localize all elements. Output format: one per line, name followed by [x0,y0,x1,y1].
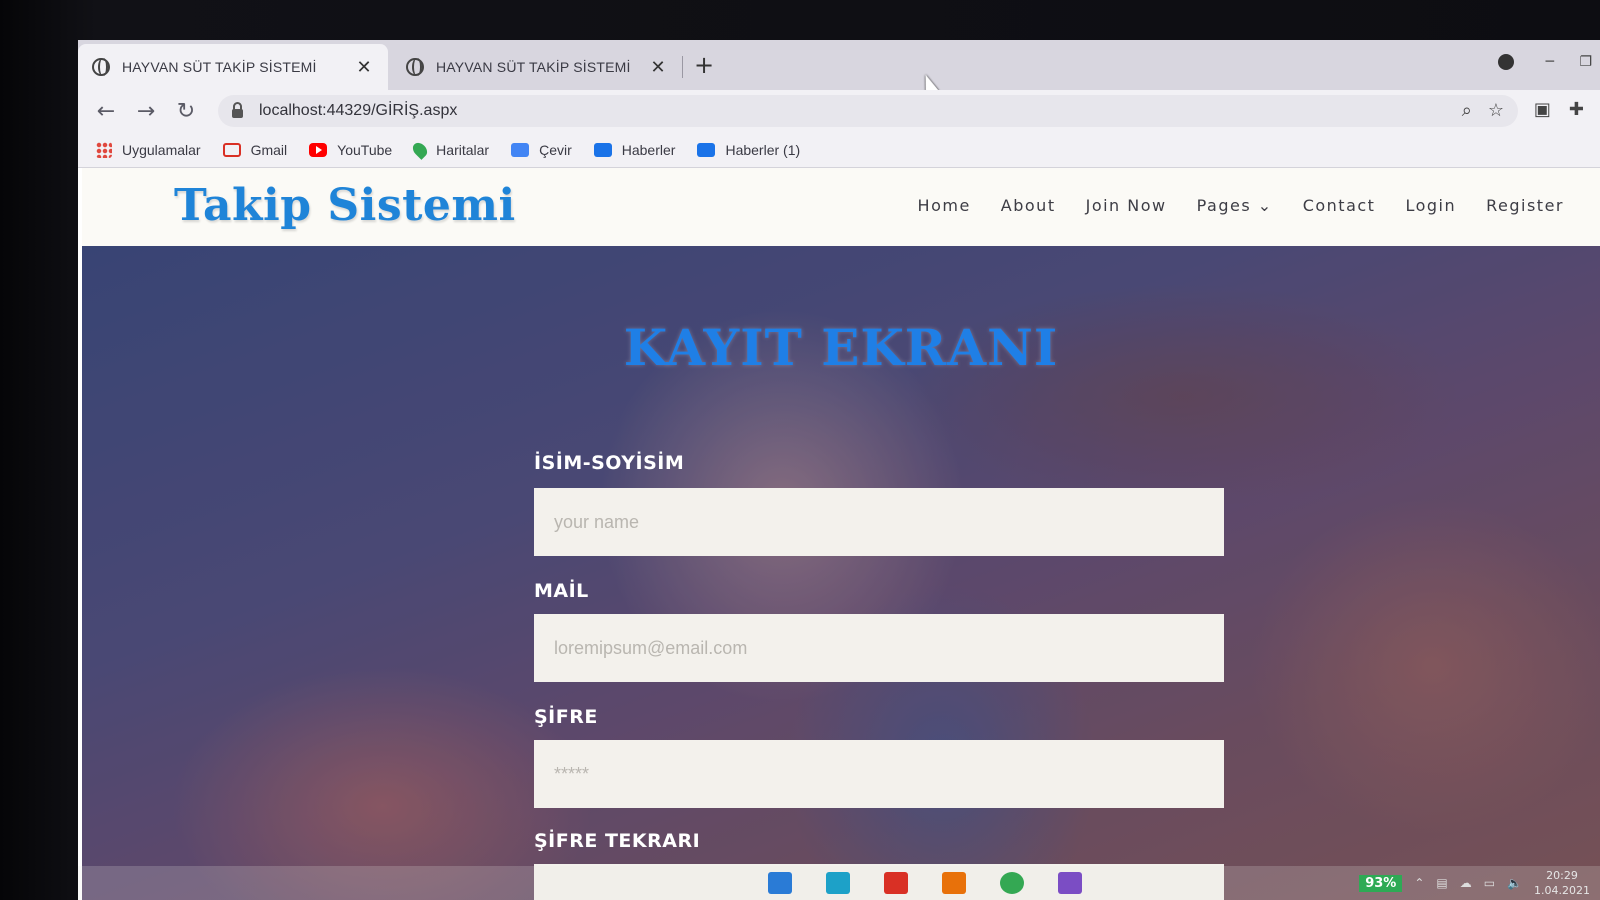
bookmark-apps[interactable]: Uygulamalar [96,141,201,158]
new-tab-button[interactable]: + [690,52,718,80]
globe-icon [92,58,110,76]
mail-label: MAİL [534,580,589,602]
office-icon[interactable] [942,872,966,894]
app-icon[interactable] [826,872,850,894]
apps-grid-icon [96,141,112,158]
puzzle-icon[interactable]: ✚ [1569,99,1584,120]
bookmark-label: Haritalar [436,141,490,158]
nav-home[interactable]: Home [918,196,971,215]
bookmark-label: Çevir [539,141,572,158]
battery-indicator[interactable]: 93% [1359,874,1403,892]
bookmark-label: Haberler (1) [725,141,801,158]
news-icon [697,142,716,157]
bookmark-gmail[interactable]: Gmail [222,141,288,158]
tab-title: HAYVAN SÜT TAKİP SİSTEMİ [122,59,317,75]
bookmark-news-1[interactable]: Haberler (1) [697,142,800,158]
clock-time: 20:29 [1546,869,1578,882]
browser-toolbar: ← → ↻ localhost:44329/GİRİŞ.aspx ⌕ ☆ ▣ ✚ [78,90,1600,132]
name-label: İSİM-SOYİSİM [534,452,685,474]
bookmark-translate[interactable]: Çevir [511,142,572,158]
volume-icon[interactable]: 🔈 [1507,876,1522,890]
close-tab-icon[interactable]: ✕ [354,57,374,78]
lock-icon [232,101,243,118]
news-icon [593,142,612,157]
back-icon[interactable]: ← [86,99,126,124]
maps-icon [410,139,431,160]
web-page: Takip Sistemi Home About Join Now Pages … [82,168,1600,900]
site-logo[interactable]: Takip Sistemi [174,180,516,231]
zoom-icon[interactable]: ⌕ [1462,100,1472,121]
nav-join-now[interactable]: Join Now [1086,196,1167,215]
forward-icon[interactable]: → [126,99,166,124]
hero-background: KAYIT EKRANI İSİM-SOYİSİM MAİL ŞİFRE ŞİF… [82,246,1600,900]
password-repeat-label: ŞİFRE TEKRARI [534,830,701,852]
os-taskbar: 93% ⌃ ▤ ☁ ▭ 🔈 20:29 1.04.2021 [78,866,1600,900]
address-bar[interactable]: localhost:44329/GİRİŞ.aspx ⌕ ☆ [218,95,1518,127]
clock[interactable]: 20:29 1.04.2021 [1534,868,1590,898]
clock-date: 1.04.2021 [1534,884,1590,897]
form-title: KAYIT EKRANI [623,318,1059,377]
main-nav: Home About Join Now Pages ⌄ Contact Logi… [918,196,1564,215]
bookmark-label: Haberler [621,141,676,158]
network-icon[interactable]: ▤ [1436,876,1447,890]
bookmark-star-icon[interactable]: ☆ [1488,100,1504,121]
nav-pages-label: Pages [1196,196,1252,215]
tab-active[interactable]: HAYVAN SÜT TAKİP SİSTEMİ ✕ [78,44,388,90]
nav-about[interactable]: About [1001,196,1056,215]
password-input[interactable] [534,740,1224,808]
name-input[interactable] [534,488,1224,556]
bookmark-label: Uygulamalar [122,141,201,158]
bookmarks-bar: Uygulamalar Gmail YouTube Haritalar Çevi… [78,132,1600,168]
battery-icon[interactable]: ▭ [1484,876,1495,890]
system-tray: 93% ⌃ ▤ ☁ ▭ 🔈 20:29 1.04.2021 [1359,868,1590,898]
password-label: ŞİFRE [534,706,598,728]
globe-icon [406,58,424,76]
bookmark-news[interactable]: Haberler [593,141,676,158]
bookmark-label: YouTube [337,141,393,158]
tab-divider [682,56,683,78]
bookmark-maps[interactable]: Haritalar [410,139,490,160]
bookmark-youtube[interactable]: YouTube [309,142,392,158]
nav-pages[interactable]: Pages ⌄ [1197,196,1273,215]
profile-icon[interactable] [1498,54,1514,70]
cloud-icon[interactable]: ☁ [1460,876,1472,890]
restore-icon[interactable]: ❐ [1579,54,1592,70]
close-tab-icon[interactable]: ✕ [648,57,668,78]
screen: HAYVAN SÜT TAKİP SİSTEMİ ✕ HAYVAN SÜT TA… [78,40,1600,900]
gmail-icon[interactable] [884,872,908,894]
nav-contact[interactable]: Contact [1303,196,1376,215]
tab-title: HAYVAN SÜT TAKİP SİSTEMİ [436,59,631,75]
chevron-up-icon[interactable]: ⌃ [1414,876,1424,890]
translate-icon [511,142,530,157]
browser-tab-strip: HAYVAN SÜT TAKİP SİSTEMİ ✕ HAYVAN SÜT TA… [78,40,1600,96]
url-text: localhost:44329/GİRİŞ.aspx [259,102,458,119]
minimize-icon[interactable]: ─ [1546,54,1554,70]
youtube-icon [309,142,328,157]
site-header: Takip Sistemi Home About Join Now Pages … [82,168,1600,246]
gmail-icon [222,142,241,157]
mail-input[interactable] [534,614,1224,682]
bookmark-label: Gmail [250,141,288,158]
nav-register[interactable]: Register [1486,196,1564,215]
nav-login[interactable]: Login [1405,196,1456,215]
chevron-down-icon: ⌄ [1257,196,1273,215]
extension-icon[interactable]: ▣ [1534,99,1551,120]
tab-inactive[interactable]: HAYVAN SÜT TAKİP SİSTEMİ ✕ [392,44,682,90]
store-icon[interactable] [768,872,792,894]
reload-icon[interactable]: ↻ [166,99,206,124]
chrome-icon[interactable] [1000,872,1024,894]
visual-studio-icon[interactable] [1058,872,1082,894]
